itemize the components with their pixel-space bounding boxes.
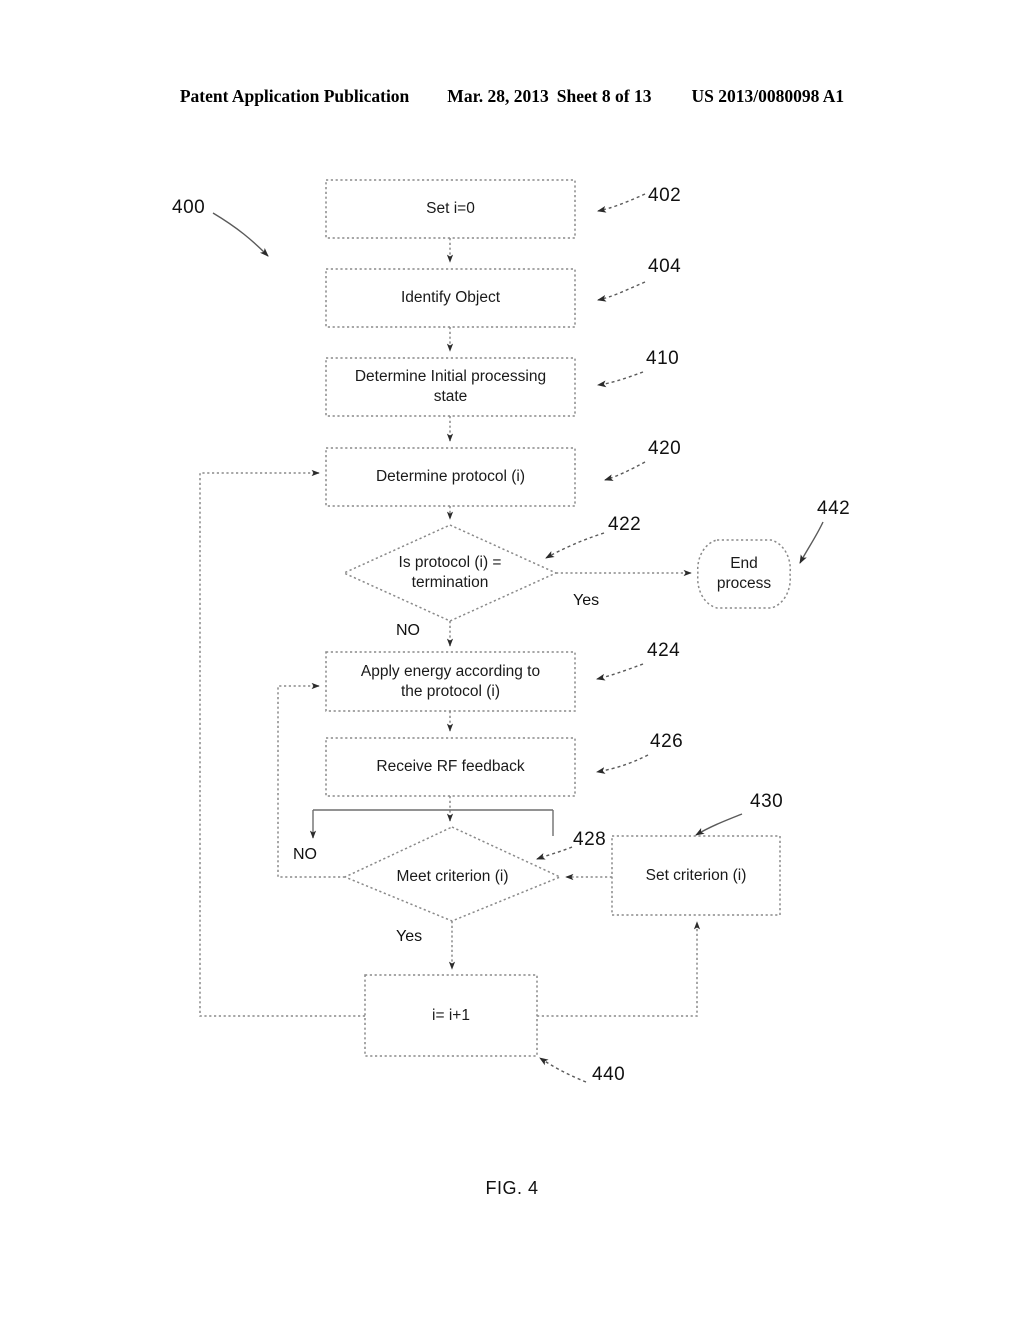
ref-number-404: 404	[648, 256, 682, 277]
node-box-set-i	[325, 179, 576, 239]
node-shape-is-termination	[342, 524, 558, 622]
edge-label-termination-yes: Yes	[573, 592, 600, 609]
edge-label-criterion-no: NO	[293, 846, 317, 863]
node-box-apply-energy	[325, 651, 576, 712]
leader-420	[604, 461, 646, 481]
ref-number-428: 428	[573, 829, 607, 850]
leader-422	[545, 532, 605, 559]
ref-number-400: 400	[172, 197, 206, 218]
leader-428	[536, 846, 573, 860]
leader-400	[212, 212, 269, 257]
edge-loop-increment-to-protocol	[199, 469, 365, 1017]
ref-number-426: 426	[650, 731, 684, 752]
ref-number-424: 424	[647, 640, 681, 661]
node-shape-meet-criterion	[343, 826, 562, 922]
figure-caption: FIG. 4	[485, 1178, 539, 1198]
leader-442	[799, 521, 824, 564]
ref-number-410: 410	[646, 348, 680, 369]
ref-number-402: 402	[648, 185, 682, 206]
node-box-determine-protocol	[325, 447, 576, 507]
ref-number-422: 422	[608, 514, 642, 535]
ref-number-420: 420	[648, 438, 682, 459]
leader-430	[695, 813, 743, 836]
edge-label-termination-no: NO	[396, 622, 420, 639]
flowchart-graphic	[199, 179, 824, 1083]
leader-404	[597, 281, 646, 302]
ref-number-440: 440	[592, 1064, 626, 1085]
leader-410	[597, 371, 644, 388]
node-shape-end-process	[696, 539, 792, 609]
node-box-set-criterion	[611, 835, 781, 916]
ref-number-442: 442	[817, 498, 851, 519]
edge-increment-to-set-criterion	[537, 921, 701, 1017]
edge-label-criterion-yes: Yes	[396, 928, 423, 945]
leader-424	[596, 663, 644, 681]
node-box-determine-initial-state	[325, 357, 576, 417]
node-box-receive-feedback	[325, 737, 576, 797]
node-box-identify-object	[325, 268, 576, 328]
ref-number-430: 430	[750, 791, 784, 812]
leader-426	[596, 754, 649, 774]
leader-402	[597, 193, 646, 213]
patent-drawing-sheet: Patent Application Publication Mar. 28, 2…	[0, 0, 1024, 1320]
node-box-increment-i	[364, 974, 538, 1057]
leader-440	[539, 1057, 587, 1083]
